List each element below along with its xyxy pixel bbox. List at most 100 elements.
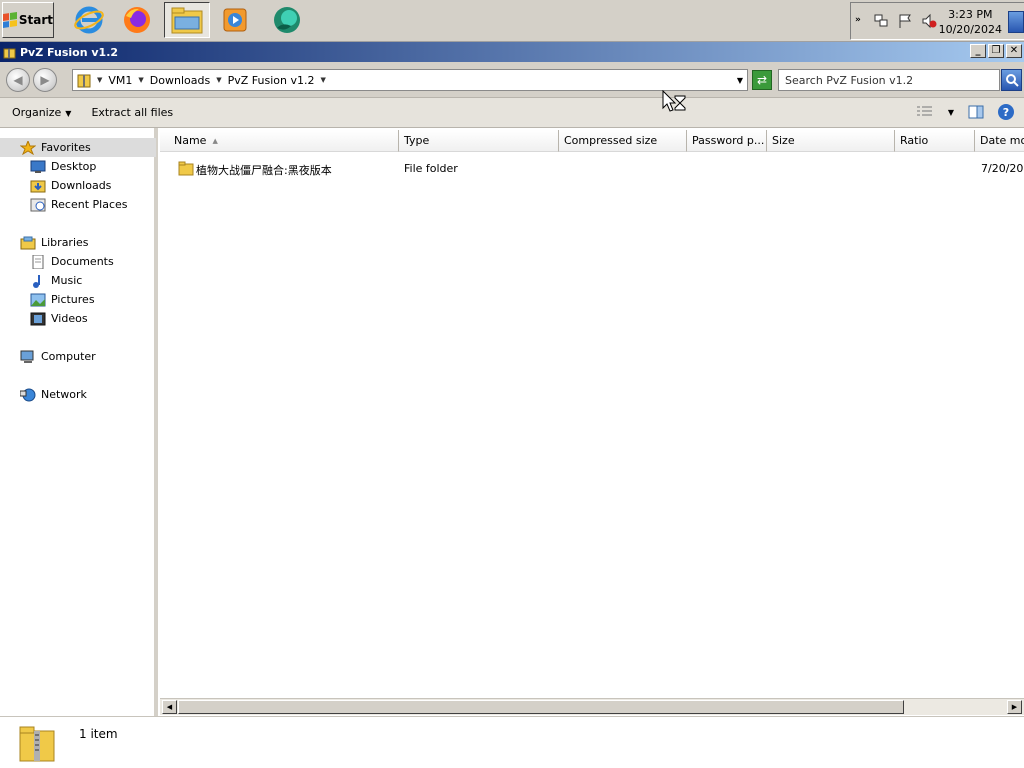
show-hidden-icons-icon[interactable]: » (855, 15, 861, 25)
zip-folder-large-icon (19, 726, 55, 762)
music-icon (30, 274, 46, 288)
file-type: File folder (404, 162, 458, 175)
clock-date: 10/20/2024 (938, 23, 1002, 36)
volume-muted-icon[interactable] (921, 13, 937, 29)
nav-documents[interactable]: Documents (0, 252, 114, 271)
zip-folder-icon (77, 74, 91, 88)
breadcrumb-vm1[interactable]: VM1 (108, 74, 132, 87)
nav-music-label: Music (51, 274, 83, 287)
file-name: 植物大战僵尸融合:黑夜版本 (196, 164, 332, 177)
organize-button[interactable]: Organize ▼ (12, 106, 71, 119)
documents-icon (30, 254, 46, 269)
nav-recent-places[interactable]: Recent Places (0, 195, 128, 214)
search-icon (1005, 74, 1019, 87)
refresh-icon: ⇄ (756, 73, 768, 87)
libraries-icon (20, 236, 36, 250)
file-list: Name ▲ Type Compressed size Password p..… (160, 128, 1024, 716)
folder-icon (178, 161, 194, 176)
taskbar-firefox[interactable] (114, 2, 160, 38)
taskbar-internet-explorer[interactable] (66, 2, 112, 38)
internet-explorer-icon (74, 6, 104, 34)
horizontal-scrollbar[interactable]: ◀ ▶ (160, 698, 1024, 715)
nav-libraries[interactable]: Libraries (0, 233, 89, 252)
extract-all-files-button[interactable]: Extract all files (91, 106, 173, 119)
column-header-date-modified[interactable]: Date mod (975, 130, 1024, 152)
address-bar[interactable]: ▼ VM1 ▼ Downloads ▼ PvZ Fusion v1.2 ▼ ▼ (72, 69, 748, 91)
organize-label: Organize (12, 106, 62, 119)
explorer-window: PvZ Fusion v1.2 _ ❐ ✕ ◀ ▶ ▼ VM1 ▼ Downlo… (0, 42, 1024, 768)
column-header-ratio[interactable]: Ratio (895, 130, 975, 152)
downloads-folder-icon (30, 179, 46, 193)
breadcrumb-chevron-icon[interactable]: ▼ (138, 76, 143, 84)
breadcrumb-chevron-icon[interactable]: ▼ (216, 76, 221, 84)
nav-recent-places-label: Recent Places (51, 198, 128, 211)
address-history-dropdown-icon[interactable]: ▼ (737, 76, 743, 85)
scrollbar-thumb[interactable] (178, 700, 904, 714)
breadcrumb-chevron-icon[interactable]: ▼ (97, 76, 102, 84)
search-input[interactable]: Search PvZ Fusion v1.2 (778, 69, 1000, 91)
windows-flag-icon (3, 12, 17, 28)
view-details-icon[interactable] (916, 105, 934, 119)
nav-music[interactable]: Music (0, 271, 82, 290)
close-button[interactable]: ✕ (1006, 44, 1022, 58)
preview-pane-icon[interactable] (968, 105, 984, 119)
details-pane: 1 item (0, 716, 1024, 768)
clock-time: 3:23 PM (948, 8, 993, 21)
table-row[interactable]: 植物大战僵尸融合:黑夜版本 File folder 7/20/202 (160, 158, 1024, 178)
windows-explorer-icon (171, 7, 203, 34)
star-icon (19, 139, 37, 155)
nav-favorites[interactable]: Favorites (0, 138, 156, 157)
nav-videos[interactable]: Videos (0, 309, 88, 328)
nav-downloads[interactable]: Downloads (0, 176, 111, 195)
system-tray: » 3:23 PM 10/20/2024 (850, 2, 1024, 40)
app-icon (274, 7, 300, 33)
help-icon[interactable]: ? (998, 104, 1014, 120)
column-header-size[interactable]: Size (767, 130, 895, 152)
videos-icon (30, 312, 46, 326)
column-header-password-protected[interactable]: Password p... (687, 130, 767, 152)
nav-libraries-label: Libraries (41, 236, 89, 249)
chevron-down-icon: ▼ (65, 109, 72, 118)
search-button[interactable] (1001, 69, 1022, 91)
restore-button[interactable]: ❐ (988, 44, 1004, 58)
nav-downloads-label: Downloads (51, 179, 112, 192)
computer-icon (20, 350, 36, 364)
taskbar-windows-explorer[interactable] (164, 2, 210, 38)
nav-network[interactable]: Network (0, 385, 87, 404)
item-count: 1 item (79, 727, 118, 741)
back-button[interactable]: ◀ (6, 68, 30, 92)
network-tray-icon[interactable] (873, 13, 889, 29)
nav-favorites-label: Favorites (41, 141, 91, 154)
view-options-chevron-icon[interactable]: ▼ (948, 108, 954, 117)
show-desktop-button[interactable] (1008, 11, 1024, 33)
nav-pictures[interactable]: Pictures (0, 290, 95, 309)
taskbar-app[interactable] (264, 2, 310, 38)
nav-computer[interactable]: Computer (0, 347, 96, 366)
refresh-button[interactable]: ⇄ (752, 70, 772, 90)
taskbar-media-player[interactable] (212, 2, 258, 38)
zip-folder-icon (3, 48, 16, 58)
start-button[interactable]: Start (2, 2, 54, 38)
back-arrow-icon: ◀ (13, 73, 23, 87)
column-header-name[interactable]: Name ▲ (160, 130, 399, 152)
action-center-flag-icon[interactable] (897, 13, 913, 29)
breadcrumb-pvz-fusion[interactable]: PvZ Fusion v1.2 (228, 74, 315, 87)
start-label: Start (18, 13, 53, 27)
column-header-compressed-size[interactable]: Compressed size (559, 130, 687, 152)
busy-cursor-icon (662, 90, 686, 112)
breadcrumb-chevron-icon[interactable]: ▼ (320, 76, 325, 84)
network-icon (19, 388, 36, 402)
column-header-type[interactable]: Type (399, 130, 559, 152)
clock[interactable]: 3:23 PM 10/20/2024 (939, 7, 1002, 37)
minimize-button[interactable]: _ (970, 44, 986, 58)
scroll-right-icon[interactable]: ▶ (1007, 700, 1022, 714)
media-player-icon (223, 8, 247, 32)
nav-desktop[interactable]: Desktop (0, 157, 96, 176)
desktop-icon (30, 160, 46, 174)
scroll-left-icon[interactable]: ◀ (162, 700, 177, 714)
forward-arrow-icon: ▶ (40, 73, 50, 87)
breadcrumb-downloads[interactable]: Downloads (150, 74, 210, 87)
nav-computer-label: Computer (41, 350, 96, 363)
forward-button[interactable]: ▶ (33, 68, 57, 92)
file-date: 7/20/202 (981, 162, 1024, 175)
